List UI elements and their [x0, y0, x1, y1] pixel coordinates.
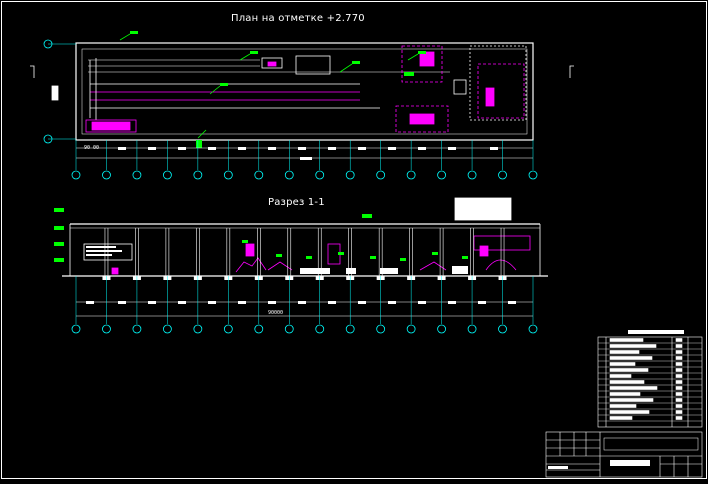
section-axis-13-marker [437, 324, 447, 334]
plan-axis-13-marker [437, 170, 447, 180]
plan-title: План на отметке +2.770 [231, 13, 365, 24]
section-axis-16-marker [528, 324, 538, 334]
plan-axis-12-marker [406, 170, 416, 180]
section-title: Разрез 1-1 [268, 197, 325, 208]
plan-axis-8-marker [284, 170, 294, 180]
plan-axis-14-marker [467, 170, 477, 180]
plan-axis-6-marker [223, 170, 233, 180]
section-axis-6-marker [223, 324, 233, 334]
section-axis-7-marker [254, 324, 264, 334]
spec-row-text [609, 350, 640, 354]
plan-axis-5-marker [193, 170, 203, 180]
section-axis-2-marker [102, 324, 111, 334]
spec-row-text [609, 386, 658, 390]
spec-row-text [609, 344, 657, 348]
section-axis-15-marker [498, 324, 507, 334]
section-view [54, 197, 548, 317]
cad-drawing-sheet: План на отметке +2.770 Разрез 1-1 90 00 … [0, 0, 708, 480]
spec-row-text [609, 410, 650, 414]
plan-axis-3-marker [132, 170, 142, 180]
section-axis-8-marker [284, 324, 294, 334]
spec-row-text [609, 416, 633, 420]
specification-table [597, 330, 703, 428]
spec-row-text [609, 398, 654, 402]
plan-axis-10-marker [345, 170, 355, 180]
plan-axis-2-marker [102, 170, 111, 180]
plan-inner-wall [81, 48, 528, 135]
plan-axis-15-marker [498, 170, 507, 180]
spec-row-text [609, 362, 636, 366]
section-axis-1-marker [71, 324, 81, 334]
section-axis-11-marker [376, 324, 386, 334]
section-axis-14-marker [467, 324, 477, 334]
spec-row-text [609, 356, 653, 360]
section-axis-3-marker [132, 324, 142, 334]
plan-view [30, 31, 574, 160]
section-axis-4-marker [162, 324, 172, 334]
plan-dimension-label: 90 00 [84, 145, 100, 151]
spec-row-text [609, 374, 632, 378]
spec-row-text [609, 380, 645, 384]
section-dimension-label: 90000 [268, 310, 284, 316]
section-axis-10-marker [345, 324, 355, 334]
spec-row-text [609, 368, 649, 372]
plan-outer-wall [75, 42, 534, 141]
title-block [545, 431, 703, 478]
plan-axis-11-marker [376, 170, 386, 180]
drawing-canvas [1, 1, 707, 479]
spec-row-text [609, 338, 644, 342]
plan-axis-16-marker [528, 170, 538, 180]
section-axis-markers [71, 276, 538, 334]
spec-row-text [609, 392, 641, 396]
plan-axis-9-marker [315, 170, 325, 180]
plan-axis-7-marker [254, 170, 264, 180]
plan-axis-4-marker [162, 170, 172, 180]
plan-axis-1-marker [71, 170, 81, 180]
section-axis-9-marker [315, 324, 325, 334]
sheet-frame [1, 1, 707, 479]
spec-row-text [609, 404, 637, 408]
section-axis-12-marker [406, 324, 416, 334]
section-axis-5-marker [193, 324, 203, 334]
